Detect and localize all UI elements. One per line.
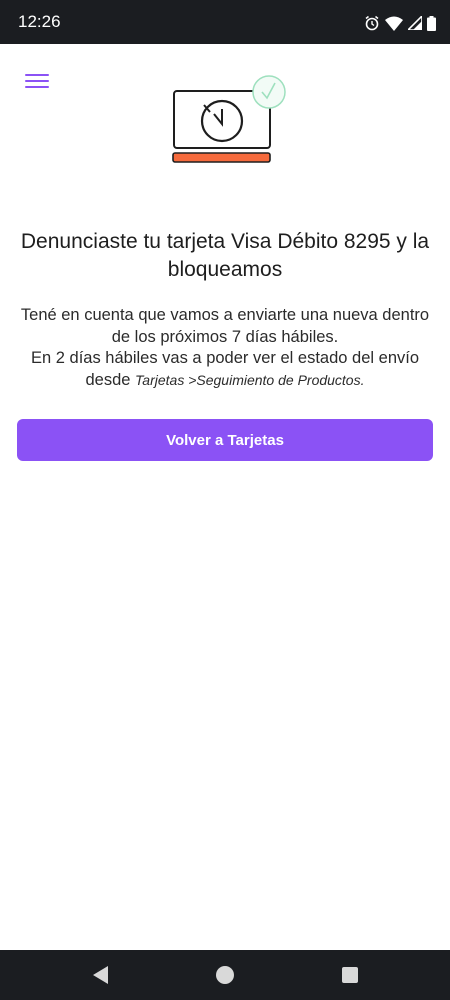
home-icon[interactable]	[213, 963, 237, 987]
status-bar: 12:26	[0, 0, 450, 44]
signal-icon	[408, 16, 422, 30]
back-icon[interactable]	[89, 963, 113, 987]
description-line-1: Tené en cuenta que vamos a enviarte una …	[20, 306, 430, 346]
status-icons	[364, 14, 436, 32]
hamburger-menu-icon[interactable]	[22, 68, 52, 94]
status-time: 12:26	[18, 12, 61, 31]
description: Tené en cuenta que vamos a enviarte una …	[20, 305, 430, 391]
check-badge-icon	[252, 75, 286, 109]
page-title: Denunciaste tu tarjeta Visa Débito 8295 …	[20, 230, 430, 281]
clock-icon	[200, 99, 244, 143]
back-to-cards-button[interactable]: Volver a Tarjetas	[17, 419, 433, 461]
description-line-2-path: Tarjetas >Seguimiento de Productos.	[135, 371, 365, 388]
card-clock-check-illustration	[160, 72, 300, 172]
system-nav-bar	[0, 950, 450, 1000]
alarm-icon	[365, 15, 379, 31]
wifi-icon	[385, 16, 403, 31]
description-line-2: En 2 días hábiles vas a poder ver el est…	[20, 348, 430, 391]
recents-icon[interactable]	[338, 963, 362, 987]
battery-icon	[427, 15, 436, 31]
